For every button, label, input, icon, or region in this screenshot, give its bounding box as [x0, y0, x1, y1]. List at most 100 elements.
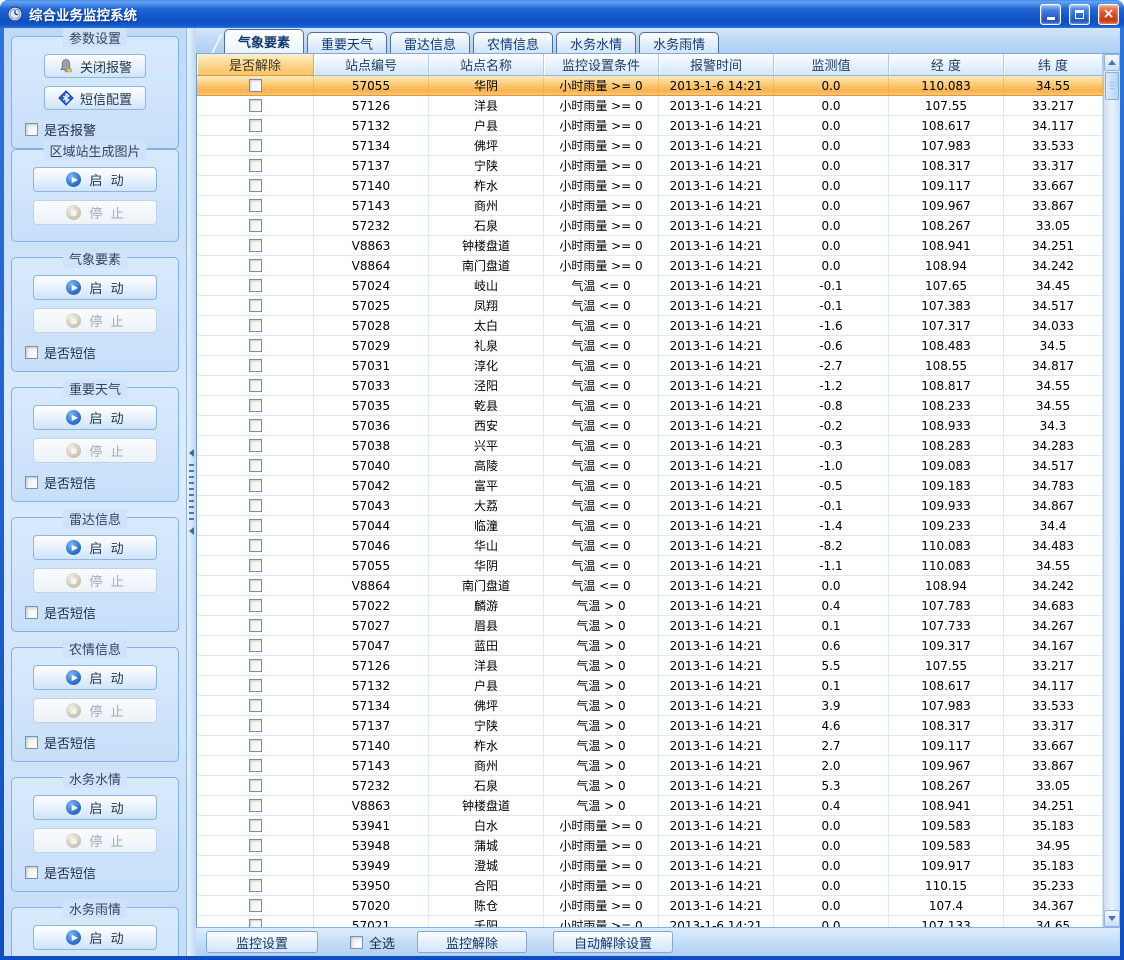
tab-important-weather[interactable]: 重要天气	[307, 32, 387, 53]
select-all-row[interactable]: 全选	[350, 933, 395, 952]
vertical-scrollbar[interactable]	[1103, 54, 1120, 927]
table-row[interactable]: 57024岐山气温 <= 02013-1-6 14:21-0.1107.6534…	[197, 276, 1103, 296]
release-checkbox[interactable]	[249, 159, 262, 172]
release-checkbox[interactable]	[249, 339, 262, 352]
column-header-4[interactable]: 报警时间	[659, 54, 774, 76]
release-checkbox[interactable]	[249, 79, 262, 92]
release-checkbox[interactable]	[249, 779, 262, 792]
scroll-down-button[interactable]	[1104, 910, 1120, 927]
table-row[interactable]: 53941白水小时雨量 >= 02013-1-6 14:210.0109.583…	[197, 816, 1103, 836]
title-bar[interactable]: 综合业务监控系统 ×	[0, 0, 1124, 28]
release-checkbox[interactable]	[249, 459, 262, 472]
start-button-weather-elements[interactable]: ▶启 动	[33, 275, 157, 300]
release-checkbox[interactable]	[249, 139, 262, 152]
release-checkbox[interactable]	[249, 879, 262, 892]
start-button-agriculture-info[interactable]: ▶启 动	[33, 665, 157, 690]
tab-weather-elements[interactable]: 气象要素	[224, 29, 304, 53]
sms-checkbox-row-radar-info[interactable]: 是否短信	[25, 603, 96, 622]
scroll-up-button[interactable]	[1104, 54, 1120, 71]
release-checkbox[interactable]	[249, 299, 262, 312]
release-checkbox[interactable]	[249, 179, 262, 192]
sms-checkbox-row-important-weather[interactable]: 是否短信	[25, 473, 96, 492]
release-checkbox[interactable]	[249, 219, 262, 232]
alarm-checkbox-row[interactable]: 是否报警	[25, 120, 96, 139]
release-checkbox[interactable]	[249, 899, 262, 912]
table-row[interactable]: V8863钟楼盘道小时雨量 >= 02013-1-6 14:210.0108.9…	[197, 236, 1103, 256]
release-checkbox[interactable]	[249, 799, 262, 812]
release-checkbox[interactable]	[249, 639, 262, 652]
release-checkbox[interactable]	[249, 239, 262, 252]
sms-checkbox-row-water-level[interactable]: 是否短信	[25, 863, 96, 882]
close-button[interactable]: ×	[1098, 4, 1119, 25]
stop-button-weather-elements[interactable]: ■停 止	[33, 308, 157, 333]
table-row[interactable]: 57055华阴小时雨量 >= 02013-1-6 14:210.0110.083…	[197, 76, 1103, 96]
table-row[interactable]: 57022麟游气温 > 02013-1-6 14:210.4107.78334.…	[197, 596, 1103, 616]
release-checkbox[interactable]	[249, 819, 262, 832]
sidebar-splitter[interactable]	[187, 28, 196, 956]
sms-checkbox[interactable]	[25, 476, 38, 489]
table-row[interactable]: 57140柞水小时雨量 >= 02013-1-6 14:210.0109.117…	[197, 176, 1103, 196]
table-row[interactable]: 57038兴平气温 <= 02013-1-6 14:21-0.3108.2833…	[197, 436, 1103, 456]
sms-checkbox[interactable]	[25, 736, 38, 749]
release-checkbox[interactable]	[249, 659, 262, 672]
release-checkbox[interactable]	[249, 599, 262, 612]
column-header-3[interactable]: 监控设置条件	[544, 54, 659, 76]
stop-button-important-weather[interactable]: ■停 止	[33, 438, 157, 463]
table-row[interactable]: 57027眉县气温 > 02013-1-6 14:210.1107.73334.…	[197, 616, 1103, 636]
monitor-set-button[interactable]: 监控设置	[206, 931, 318, 953]
table-row[interactable]: 57126洋县小时雨量 >= 02013-1-6 14:210.0107.553…	[197, 96, 1103, 116]
table-row[interactable]: 57031淳化气温 <= 02013-1-6 14:21-2.7108.5534…	[197, 356, 1103, 376]
table-row[interactable]: 57126洋县气温 > 02013-1-6 14:215.5107.5533.2…	[197, 656, 1103, 676]
start-button-radar-info[interactable]: ▶启 动	[33, 535, 157, 560]
release-checkbox[interactable]	[249, 619, 262, 632]
release-checkbox[interactable]	[249, 499, 262, 512]
table-row[interactable]: 57143商州小时雨量 >= 02013-1-6 14:210.0109.967…	[197, 196, 1103, 216]
stop-button-water-level[interactable]: ■停 止	[33, 828, 157, 853]
minimize-button[interactable]	[1040, 4, 1061, 25]
table-row[interactable]: 57134佛坪小时雨量 >= 02013-1-6 14:210.0107.983…	[197, 136, 1103, 156]
release-checkbox[interactable]	[249, 119, 262, 132]
auto-release-button[interactable]: 自动解除设置	[553, 931, 673, 953]
release-checkbox[interactable]	[249, 99, 262, 112]
release-checkbox[interactable]	[249, 719, 262, 732]
tab-water-level[interactable]: 水务水情	[556, 32, 636, 53]
table-row[interactable]: 57036西安气温 <= 02013-1-6 14:21-0.2108.9333…	[197, 416, 1103, 436]
table-row[interactable]: V8863钟楼盘道气温 > 02013-1-6 14:210.4108.9413…	[197, 796, 1103, 816]
monitor-release-button[interactable]: 监控解除	[417, 931, 527, 953]
release-checkbox[interactable]	[249, 759, 262, 772]
release-checkbox[interactable]	[249, 199, 262, 212]
release-checkbox[interactable]	[249, 919, 262, 927]
table-row[interactable]: 57137宁陕小时雨量 >= 02013-1-6 14:210.0108.317…	[197, 156, 1103, 176]
table-row[interactable]: 57140柞水气温 > 02013-1-6 14:212.7109.11733.…	[197, 736, 1103, 756]
table-row[interactable]: 57232石泉小时雨量 >= 02013-1-6 14:210.0108.267…	[197, 216, 1103, 236]
release-checkbox[interactable]	[249, 479, 262, 492]
release-checkbox[interactable]	[249, 559, 262, 572]
tab-water-rain[interactable]: 水务雨情	[639, 32, 719, 53]
sms-checkbox[interactable]	[25, 866, 38, 879]
start-button-water-level[interactable]: ▶启 动	[33, 795, 157, 820]
sms-checkbox[interactable]	[25, 606, 38, 619]
table-row[interactable]: 57043大荔气温 <= 02013-1-6 14:21-0.1109.9333…	[197, 496, 1103, 516]
release-checkbox[interactable]	[249, 679, 262, 692]
table-row[interactable]: 57044临潼气温 <= 02013-1-6 14:21-1.4109.2333…	[197, 516, 1103, 536]
release-checkbox[interactable]	[249, 579, 262, 592]
release-checkbox[interactable]	[249, 419, 262, 432]
release-checkbox[interactable]	[249, 399, 262, 412]
column-header-5[interactable]: 监测值	[774, 54, 889, 76]
sms-checkbox-row-weather-elements[interactable]: 是否短信	[25, 343, 96, 362]
release-checkbox[interactable]	[249, 739, 262, 752]
table-row[interactable]: 53950合阳小时雨量 >= 02013-1-6 14:210.0110.153…	[197, 876, 1103, 896]
sms-checkbox[interactable]	[25, 346, 38, 359]
column-header-2[interactable]: 站点名称	[429, 54, 544, 76]
table-row[interactable]: 57232石泉气温 > 02013-1-6 14:215.3108.26733.…	[197, 776, 1103, 796]
table-row[interactable]: 57029礼泉气温 <= 02013-1-6 14:21-0.6108.4833…	[197, 336, 1103, 356]
column-header-0[interactable]: 是否解除	[197, 54, 314, 76]
close-alarm-button[interactable]: 关闭报警	[44, 54, 146, 78]
release-checkbox[interactable]	[249, 439, 262, 452]
table-row[interactable]: V8864南门盘道气温 <= 02013-1-6 14:210.0108.943…	[197, 576, 1103, 596]
table-row[interactable]: 57020陈仓小时雨量 >= 02013-1-6 14:210.0107.434…	[197, 896, 1103, 916]
table-row[interactable]: 53949澄城小时雨量 >= 02013-1-6 14:210.0109.917…	[197, 856, 1103, 876]
stop-button-radar-info[interactable]: ■停 止	[33, 568, 157, 593]
table-row[interactable]: 53948蒲城小时雨量 >= 02013-1-6 14:210.0109.583…	[197, 836, 1103, 856]
release-checkbox[interactable]	[249, 539, 262, 552]
